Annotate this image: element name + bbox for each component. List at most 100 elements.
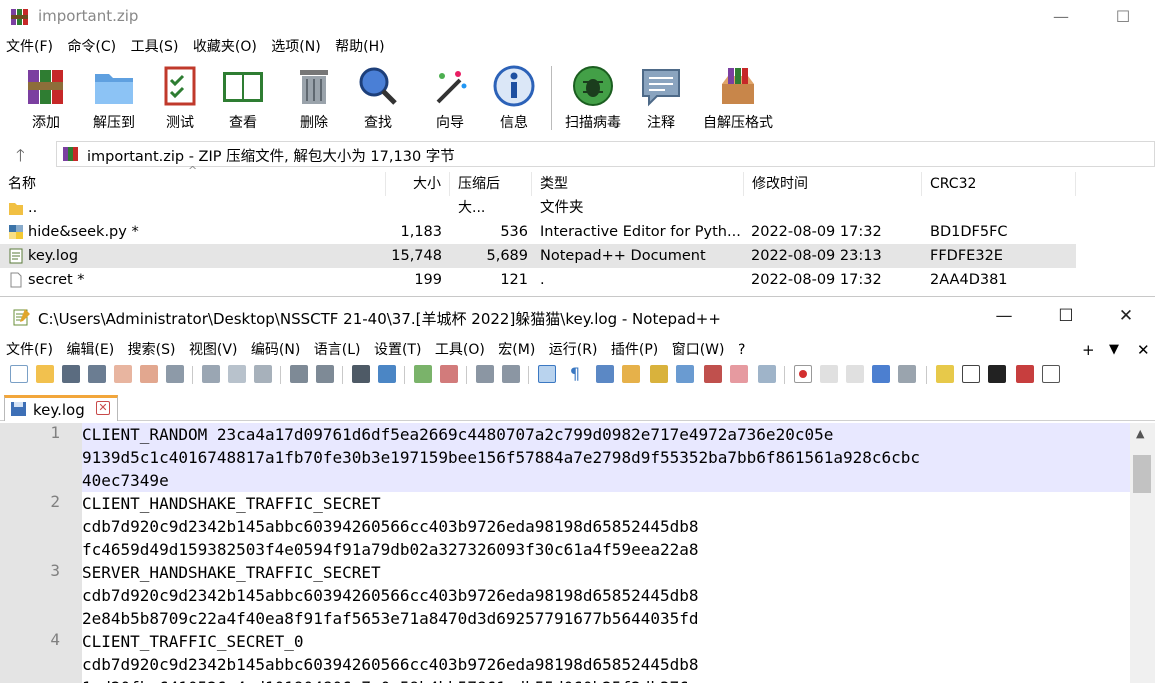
npp-menu-help[interactable]: ? [735,339,748,361]
npp-menu-macro[interactable]: 宏(M) [495,339,538,361]
menu-tools[interactable]: 工具(S) [127,36,183,58]
column-modified[interactable]: 修改时间 [744,172,922,196]
winrar-path-bar: 🡑 important.zip - ZIP 压缩文件, 解包大小为 17,130… [0,140,1155,168]
monitoring-icon[interactable] [758,365,776,383]
virus-scan-icon [571,64,615,108]
npp-menu-encoding[interactable]: 编码(N) [248,339,303,361]
virus-scan-button[interactable]: 扫描病毒 [561,64,625,134]
winrar-title: important.zip [38,7,139,25]
npp-menu-bar: 文件(F) 编辑(E) 搜索(S) 视图(V) 编码(N) 语言(L) 设置(T… [0,339,1155,361]
indent-guide-icon[interactable] [596,365,614,383]
find-icon[interactable] [352,365,370,383]
sfx-button[interactable]: 自解压格式 [698,64,778,134]
run-macro-multiple-icon[interactable] [872,365,890,383]
open-file-icon[interactable] [36,365,54,383]
plugin-debug-icon[interactable] [1016,365,1034,383]
file-list-header: 名称 ^ 大小 压缩后大... 类型 修改时间 CRC32 [0,164,1155,216]
language-user-icon[interactable] [622,365,640,383]
playback-macro-icon[interactable] [846,365,864,383]
word-wrap-icon[interactable] [538,365,556,383]
close-document-icon[interactable]: ✕ [1137,339,1150,361]
sync-vertical-icon[interactable] [476,365,494,383]
comment-button[interactable]: 注释 [637,64,685,134]
view-button[interactable]: 查看 [218,64,268,134]
undo-icon[interactable] [290,365,308,383]
zoom-in-icon[interactable] [414,365,432,383]
npp-menu-tools[interactable]: 工具(O) [432,339,488,361]
npp-menu-language[interactable]: 语言(L) [311,339,364,361]
document-list-icon[interactable] [676,365,694,383]
extract-to-button[interactable]: 解压到 [86,64,142,134]
delete-button[interactable]: 删除 [290,64,338,134]
replace-icon[interactable] [378,365,396,383]
sync-horizontal-icon[interactable] [502,365,520,383]
plugin-link-icon[interactable] [962,365,980,383]
npp-menu-settings[interactable]: 设置(T) [371,339,424,361]
tab-close-icon[interactable]: ✕ [96,401,110,415]
zoom-out-icon[interactable] [440,365,458,383]
cut-icon[interactable] [202,365,220,383]
minimize-button[interactable]: — [1046,4,1076,30]
winrar-toolbar: 添加 解压到 测试 查看 删除 查找 向导 信息 扫描病毒 注释 自解压格式 [8,60,1155,136]
column-crc32[interactable]: CRC32 [922,172,1076,196]
file-row-parent[interactable]: .. 文件夹 [0,196,1076,220]
document-map-icon[interactable] [650,365,668,383]
plugin-a-icon[interactable] [936,365,954,383]
npp-menu-plugins[interactable]: 插件(P) [608,339,661,361]
save-macro-icon[interactable] [898,365,916,383]
up-arrow-icon[interactable]: 🡑 [16,143,25,172]
npp-menu-run[interactable]: 运行(R) [546,339,601,361]
info-button[interactable]: 信息 [490,64,538,134]
record-macro-icon[interactable] [794,365,812,383]
archive-path-box[interactable]: important.zip - ZIP 压缩文件, 解包大小为 17,130 字… [56,141,1155,167]
file-row-key-log[interactable]: key.log 15,748 5,689 Notepad++ Document … [0,244,1076,268]
vertical-scrollbar[interactable]: ▲ [1130,423,1155,683]
function-list-icon[interactable] [704,365,722,383]
scrollbar-thumb[interactable] [1133,455,1151,493]
markdown-icon[interactable] [988,365,1006,383]
find-button[interactable]: 查找 [354,64,402,134]
notepadpp-window: C:\Users\Administrator\Desktop\NSSCTF 21… [0,296,1155,683]
menu-options[interactable]: 选项(N) [267,36,324,58]
paste-icon[interactable] [254,365,272,383]
close-all-icon[interactable] [140,365,158,383]
maximize-button[interactable]: ☐ [1108,4,1138,30]
folder-as-workspace-icon[interactable] [730,365,748,383]
npp-menu-window[interactable]: 窗口(W) [669,339,728,361]
plugin-document-icon[interactable] [1042,365,1060,383]
column-packed[interactable]: 压缩后大... [450,172,532,216]
save-icon[interactable] [62,365,80,383]
scroll-up-arrow-icon[interactable]: ▲ [1136,427,1144,440]
tab-list-dropdown-icon[interactable]: ▼ [1109,339,1119,361]
column-type[interactable]: 类型 [532,172,744,196]
npp-minimize-button[interactable]: — [988,303,1020,329]
file-row-secret[interactable]: secret * 199 121 . 2022-08-09 17:32 2AA4… [0,268,1076,292]
copy-icon[interactable] [228,365,246,383]
menu-commands[interactable]: 命令(C) [63,36,120,58]
npp-close-button[interactable]: ✕ [1110,303,1142,329]
npp-menu-edit[interactable]: 编辑(E) [63,339,117,361]
menu-help[interactable]: 帮助(H) [331,36,388,58]
show-all-characters-icon[interactable]: ¶ [566,365,584,383]
editor-area[interactable]: 1 2 3 4 CLIENT_RANDOM 23ca4a17d09761d6df… [0,423,1155,683]
npp-menu-file[interactable]: 文件(F) [3,339,56,361]
menu-file[interactable]: 文件(F) [2,36,57,58]
file-row-hide-seek[interactable]: hide&seek.py * 1,183 536 Interactive Edi… [0,220,1076,244]
new-tab-icon[interactable]: + [1082,339,1095,361]
close-file-icon[interactable] [114,365,132,383]
code-text-area[interactable]: CLIENT_RANDOM 23ca4a17d09761d6df5ea2669c… [82,423,1130,683]
npp-menu-search[interactable]: 搜索(S) [125,339,179,361]
wizard-button[interactable]: 向导 [426,64,474,134]
tab-key-log[interactable]: key.log ✕ [4,395,118,421]
add-button[interactable]: 添加 [20,64,72,134]
column-size[interactable]: 大小 [386,172,450,196]
npp-maximize-button[interactable]: ☐ [1050,303,1082,329]
stop-recording-icon[interactable] [820,365,838,383]
new-file-icon[interactable] [10,365,28,383]
npp-menu-view[interactable]: 视图(V) [186,339,241,361]
save-all-icon[interactable] [88,365,106,383]
menu-favorites[interactable]: 收藏夹(O) [189,36,261,58]
redo-icon[interactable] [316,365,334,383]
test-button[interactable]: 测试 [156,64,204,134]
print-icon[interactable] [166,365,184,383]
